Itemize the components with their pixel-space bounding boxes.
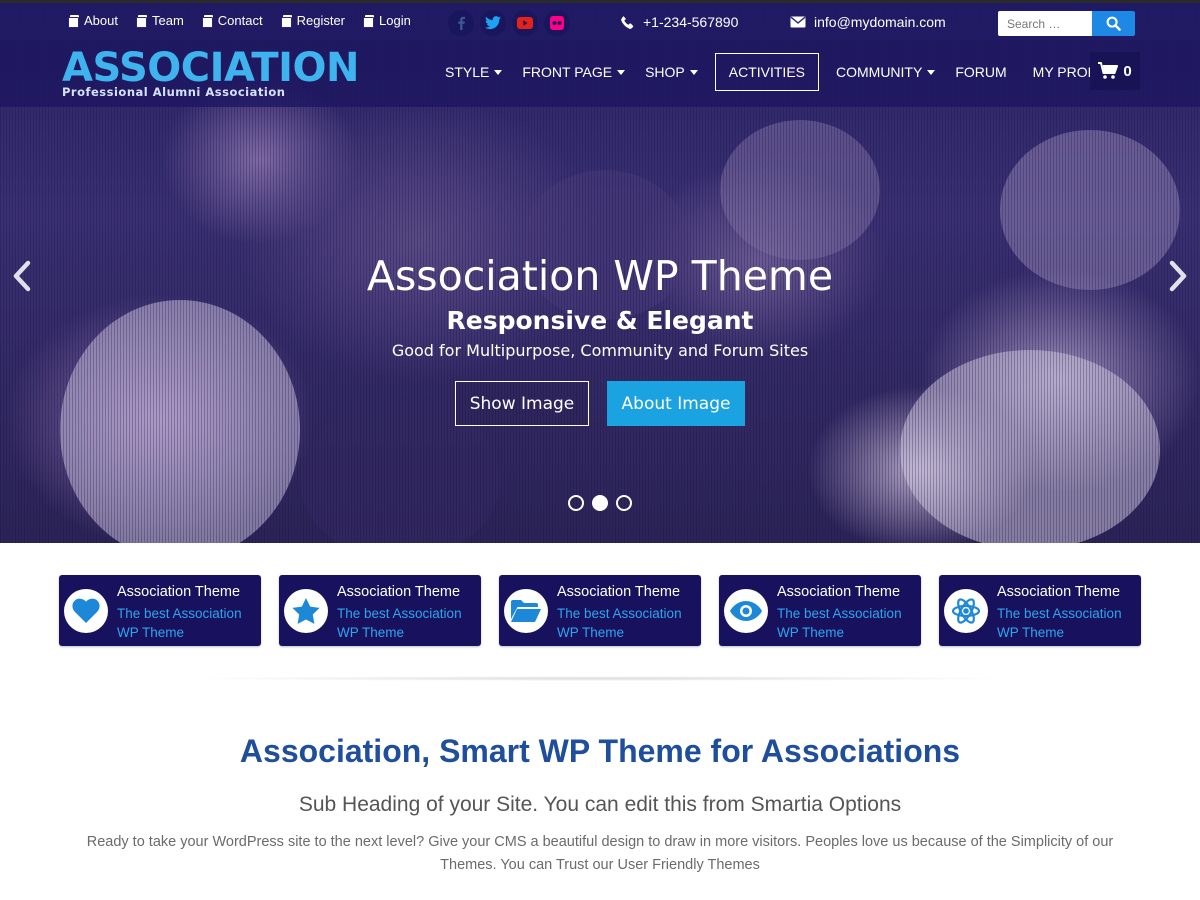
top-link-about[interactable]: About — [68, 13, 118, 28]
cart-count: 0 — [1123, 62, 1132, 80]
page-icon — [201, 15, 213, 28]
cart-button[interactable]: 0 — [1090, 52, 1140, 90]
atom-icon — [951, 598, 981, 624]
menu-item-label: STYLE — [445, 64, 490, 80]
feature-title: Association Theme — [777, 584, 901, 600]
phone-icon — [621, 15, 634, 29]
menu-item-forum[interactable]: FORUM — [945, 53, 1016, 91]
heart-icon — [72, 598, 100, 623]
intro-heading: Association, Smart WP Theme for Associat… — [239, 733, 961, 769]
slider-dot[interactable] — [616, 495, 632, 511]
feature-box[interactable]: Association Theme The best Association W… — [719, 575, 921, 646]
social-links — [448, 10, 570, 36]
menu-item-label: ACTIVITIES — [728, 64, 805, 80]
page-icon — [280, 15, 292, 28]
search-input[interactable] — [998, 11, 1092, 36]
folder-open-icon — [511, 600, 541, 622]
contact-phone: +1-234-567890 — [620, 14, 738, 30]
hero-photo-detail — [720, 120, 880, 260]
slider-dot[interactable] — [592, 495, 608, 511]
feature-boxes: Association Theme The best Association W… — [59, 575, 1141, 646]
main-menu: STYLE FRONT PAGE SHOP ACTIVITIES COMMUNI… — [435, 53, 1127, 91]
menu-item-activities[interactable]: ACTIVITIES — [714, 53, 819, 91]
menu-item-community[interactable]: COMMUNITY — [826, 53, 945, 91]
top-link-label: Register — [296, 13, 346, 28]
email-address: info@mydomain.com — [814, 14, 946, 30]
feature-title: Association Theme — [557, 584, 681, 600]
twitter-icon[interactable] — [480, 10, 506, 36]
main-navbar: ASSOCIATION Professional Alumni Associat… — [0, 40, 1200, 107]
feature-icon-circle — [724, 589, 768, 633]
slider-pagination — [0, 495, 1200, 511]
slide-caption: Association WP Theme Responsive & Elegan… — [0, 248, 1200, 360]
show-image-button[interactable]: Show Image — [455, 381, 589, 426]
site-logo[interactable]: ASSOCIATION Professional Alumni Associat… — [62, 45, 360, 99]
feature-box[interactable]: Association Theme The best Association W… — [279, 575, 481, 646]
caret-down-icon — [617, 69, 626, 75]
eye-icon — [730, 601, 762, 621]
menu-item-label: FRONT PAGE — [522, 64, 613, 80]
top-link-login[interactable]: Login — [363, 13, 411, 28]
menu-item-label: SHOP — [645, 64, 685, 80]
top-link-register[interactable]: Register — [280, 13, 346, 28]
hero-photo-detail — [900, 350, 1160, 543]
caret-down-icon — [689, 69, 698, 75]
top-links: About Team Contact Register Login — [68, 13, 411, 28]
feature-title: Association Theme — [337, 584, 461, 600]
menu-item-style[interactable]: STYLE — [435, 53, 512, 91]
caret-down-icon — [927, 69, 936, 75]
page-icon — [68, 15, 79, 28]
section-divider — [180, 676, 1020, 681]
star-icon — [292, 598, 320, 624]
top-link-label: Login — [379, 13, 411, 28]
intro-subheading: Sub Heading of your Site. You can edit t… — [298, 793, 902, 816]
slide-buttons: Show Image About Image — [0, 381, 1200, 426]
slide-description: Good for Multipurpose, Community and For… — [391, 341, 809, 360]
feature-icon-circle — [944, 589, 988, 633]
top-bar: About Team Contact Register Login +1-234… — [0, 0, 1200, 40]
top-link-label: Contact — [217, 13, 263, 28]
flickr-icon[interactable] — [544, 10, 570, 36]
feature-box[interactable]: Association Theme The best Association W… — [59, 575, 261, 646]
slider-dot[interactable] — [568, 495, 584, 511]
menu-item-label: COMMUNITY — [836, 64, 923, 80]
shopping-cart-icon — [1098, 62, 1119, 79]
feature-icon-circle — [284, 589, 328, 633]
about-image-button[interactable]: About Image — [607, 381, 745, 426]
youtube-icon[interactable] — [512, 10, 538, 36]
slide-title: Association WP Theme — [366, 252, 834, 300]
top-link-label: Team — [151, 13, 184, 28]
top-link-team[interactable]: Team — [135, 13, 184, 28]
intro-paragraph: Ready to take your WordPress site to the… — [86, 834, 1114, 873]
feature-box[interactable]: Association Theme The best Association W… — [499, 575, 701, 646]
menu-item-label: FORUM — [955, 64, 1007, 80]
feature-icon-circle — [504, 589, 548, 633]
page-icon — [135, 15, 147, 28]
feature-title: Association Theme — [997, 584, 1121, 600]
slide-subtitle: Responsive & Elegant — [446, 306, 754, 335]
caret-down-icon — [494, 69, 503, 75]
logo-title: ASSOCIATION — [62, 45, 360, 91]
envelope-icon — [790, 16, 806, 28]
top-link-contact[interactable]: Contact — [201, 13, 263, 28]
page-icon — [363, 15, 375, 28]
feature-text: The best Association WP Theme — [997, 606, 1122, 640]
feature-title: Association Theme — [117, 584, 241, 600]
facebook-icon[interactable] — [448, 10, 474, 36]
phone-number: +1-234-567890 — [643, 14, 739, 30]
top-link-label: About — [84, 13, 118, 28]
feature-text: The best Association WP Theme — [337, 606, 462, 640]
menu-item-front-page[interactable]: FRONT PAGE — [512, 53, 635, 91]
search-icon — [1106, 16, 1121, 31]
search-form — [998, 11, 1135, 36]
feature-text: The best Association WP Theme — [557, 606, 682, 640]
feature-text: The best Association WP Theme — [117, 606, 242, 640]
search-button[interactable] — [1092, 11, 1135, 36]
contact-email: info@mydomain.com — [790, 14, 946, 30]
feature-text: The best Association WP Theme — [777, 606, 902, 640]
feature-icon-circle — [64, 589, 108, 633]
menu-item-shop[interactable]: SHOP — [635, 53, 708, 91]
feature-box[interactable]: Association Theme The best Association W… — [939, 575, 1141, 646]
